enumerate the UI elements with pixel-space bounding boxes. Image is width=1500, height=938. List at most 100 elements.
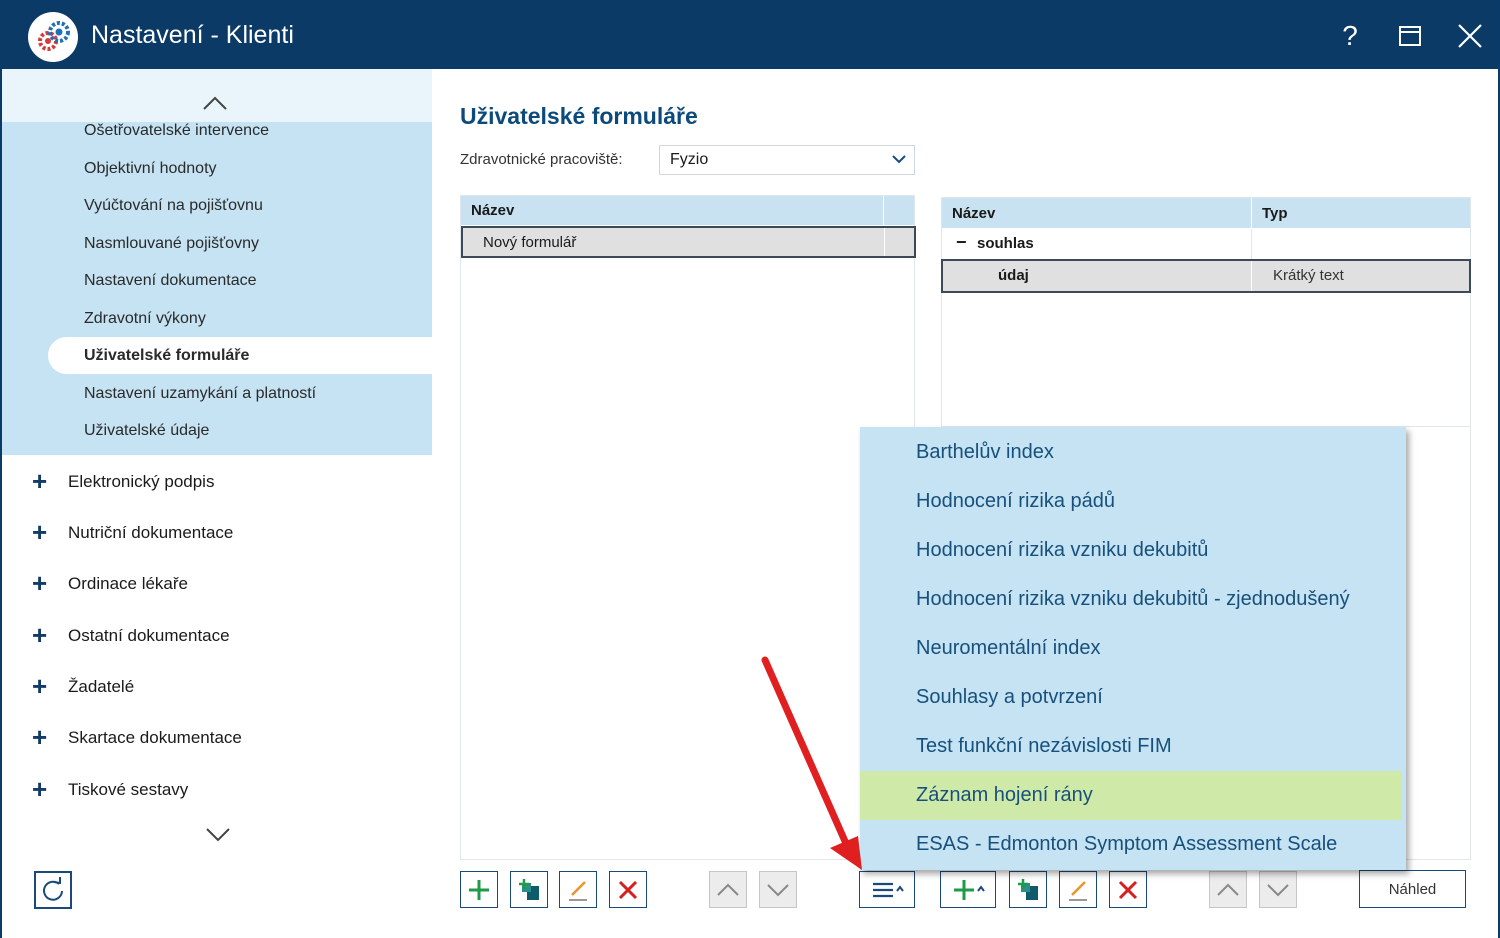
- menu-item-riziko-dekubitu[interactable]: Hodnocení rizika vzniku dekubitů: [860, 526, 1406, 575]
- sidebar-item-nastaveni-uzamykani[interactable]: Nastavení uzamykání a platností: [84, 375, 316, 412]
- menu-item-zaznam-hojeni-rany[interactable]: Záznam hojení rány: [860, 771, 1402, 820]
- column-header-nazev[interactable]: Název: [471, 202, 514, 219]
- column-divider: [1251, 261, 1252, 291]
- sidebar: Ošetřovatelské intervence Objektivní hod…: [2, 69, 432, 938]
- fields-grid-header: Název Typ: [942, 198, 1470, 228]
- add-field-button[interactable]: [940, 871, 996, 908]
- menu-item-test-fim[interactable]: Test funkční nezávislosti FIM: [860, 722, 1406, 771]
- column-header-typ[interactable]: Typ: [1262, 205, 1288, 222]
- tree-field-row[interactable]: údaj Krátký text: [941, 259, 1471, 293]
- move-down-button[interactable]: [759, 871, 797, 908]
- sidebar-group-tiskove-sestavy[interactable]: + Tiskové sestavy: [2, 766, 432, 816]
- close-icon: [1458, 24, 1482, 48]
- edit-field-button[interactable]: [1059, 871, 1097, 908]
- window-title: Nastavení - Klienti: [91, 21, 294, 49]
- workplace-value: Fyzio: [670, 151, 709, 168]
- column-header-nazev[interactable]: Název: [952, 205, 995, 222]
- delete-field-button[interactable]: [1109, 871, 1147, 908]
- forms-grid-header: Název: [461, 196, 914, 225]
- template-dropdown-menu: Barthelův index Hodnocení rizika pádů Ho…: [860, 427, 1406, 870]
- sidebar-group-skartace-dokumentace[interactable]: + Skartace dokumentace: [2, 714, 432, 764]
- column-divider: [883, 196, 884, 225]
- sidebar-item-nasmlouvane-pojistovny[interactable]: Nasmlouvané pojišťovny: [84, 225, 259, 262]
- copy-field-button[interactable]: [1009, 871, 1047, 908]
- sidebar-group-label: Nutriční dokumentace: [68, 523, 234, 542]
- field-move-up-button[interactable]: [1209, 871, 1247, 908]
- copy-add-icon: [1018, 878, 1038, 900]
- fields-grid: Název Typ − souhlas údaj Krátký text: [941, 197, 1471, 427]
- sidebar-item-uzivatelske-udaje[interactable]: Uživatelské údaje: [84, 412, 209, 449]
- menu-item-riziko-dekubitu-zjednoduseny[interactable]: Hodnocení rizika vzniku dekubitů - zjedn…: [860, 575, 1406, 624]
- workplace-label: Zdravotnické pracoviště:: [460, 151, 623, 168]
- pencil-icon: [1069, 880, 1087, 901]
- sidebar-item-uzivatelske-formulare[interactable]: Uživatelské formuláře: [48, 337, 432, 374]
- expand-plus-icon: +: [32, 722, 48, 752]
- hamburger-menu-icon: [873, 882, 904, 897]
- help-label: ?: [1342, 20, 1358, 51]
- refresh-icon: [43, 877, 63, 901]
- sidebar-item-nastaveni-dokumentace[interactable]: Nastavení dokumentace: [84, 262, 257, 299]
- sidebar-group-label: Žadatelé: [68, 677, 135, 696]
- maximize-icon: [1399, 26, 1421, 46]
- column-divider: [1251, 229, 1252, 259]
- sidebar-item-objektivni-hodnoty[interactable]: Objektivní hodnoty: [84, 150, 217, 187]
- sidebar-group-label: Ostatní dokumentace: [68, 626, 230, 645]
- sidebar-group-label: Ordinace lékaře: [68, 574, 189, 593]
- sidebar-group-label: Elektronický podpis: [68, 472, 215, 491]
- table-row[interactable]: Nový formulář: [461, 226, 916, 258]
- refresh-button[interactable]: [34, 871, 72, 909]
- workplace-select[interactable]: Fyzio: [659, 145, 915, 175]
- expand-plus-icon: +: [32, 466, 48, 496]
- app-logo: [28, 12, 78, 62]
- sidebar-group-nutricni-dokumentace[interactable]: + Nutriční dokumentace: [2, 509, 432, 559]
- scroll-down-chevron-icon[interactable]: [205, 824, 231, 844]
- menu-item-souhlasy-a-potvrzeni[interactable]: Souhlasy a potvrzení: [860, 673, 1406, 722]
- expand-plus-icon: +: [32, 671, 48, 701]
- sidebar-expanded-group: Ošetřovatelské intervence Objektivní hod…: [2, 69, 432, 455]
- chevron-up-icon: [1217, 883, 1239, 896]
- collapse-toggle[interactable]: −: [956, 232, 967, 253]
- menu-item-esas[interactable]: ESAS - Edmonton Symptom Assessment Scale: [860, 820, 1406, 869]
- chevron-down-icon: [1267, 883, 1289, 896]
- sidebar-group-elektronicky-podpis[interactable]: + Elektronický podpis: [2, 458, 432, 508]
- delete-form-button[interactable]: [609, 871, 647, 908]
- move-up-button[interactable]: [709, 871, 747, 908]
- menu-item-riziko-padu[interactable]: Hodnocení rizika pádů: [860, 477, 1406, 526]
- copy-form-button[interactable]: [510, 871, 548, 908]
- tree-group-row[interactable]: − souhlas: [942, 229, 1470, 259]
- menu-item-barthel-index[interactable]: Barthelův index: [860, 428, 1406, 477]
- field-type-cell: Krátký text: [1273, 267, 1344, 284]
- sidebar-group-label: Tiskové sestavy: [68, 780, 189, 799]
- page-title: Uživatelské formuláře: [460, 103, 698, 129]
- add-form-button[interactable]: [460, 871, 498, 908]
- edit-form-button[interactable]: [559, 871, 597, 908]
- sidebar-item-osetrovatelske-intervence[interactable]: Ošetřovatelské intervence: [84, 112, 269, 149]
- sidebar-group-label: Skartace dokumentace: [68, 728, 242, 747]
- preview-button[interactable]: Náhled: [1359, 870, 1466, 908]
- sidebar-group-zadatele[interactable]: + Žadatelé: [2, 663, 432, 713]
- delete-x-icon: [618, 880, 638, 899]
- chevron-up-icon: [717, 883, 739, 896]
- delete-x-icon: [1118, 880, 1138, 899]
- chevron-down-icon: [892, 155, 906, 164]
- pencil-icon: [569, 880, 587, 901]
- sidebar-group-ordinace-lekare[interactable]: + Ordinace lékaře: [2, 560, 432, 610]
- field-move-down-button[interactable]: [1259, 871, 1297, 908]
- expand-plus-icon: +: [32, 774, 48, 804]
- template-menu-button[interactable]: [859, 871, 915, 908]
- plus-icon: [954, 879, 985, 900]
- gears-icon: [38, 21, 70, 51]
- menu-item-neuromentalni-index[interactable]: Neuromentální index: [860, 624, 1406, 673]
- maximize-button[interactable]: [1390, 16, 1430, 56]
- field-name-cell: údaj: [998, 267, 1029, 284]
- forms-grid: Název Nový formulář: [460, 195, 916, 860]
- preview-label: Náhled: [1388, 880, 1437, 898]
- sidebar-group-ostatni-dokumentace[interactable]: + Ostatní dokumentace: [2, 612, 432, 662]
- title-bar: Nastavení - Klienti ?: [2, 2, 1498, 69]
- sidebar-item-vyuctovani[interactable]: Vyúčtování na pojišťovnu: [84, 187, 263, 224]
- scroll-up-chevron-icon[interactable]: [202, 94, 228, 114]
- plus-icon: [469, 879, 489, 900]
- close-button[interactable]: [1450, 16, 1490, 56]
- help-button[interactable]: ?: [1330, 16, 1370, 56]
- sidebar-item-zdravotni-vykony[interactable]: Zdravotní výkony: [84, 300, 206, 337]
